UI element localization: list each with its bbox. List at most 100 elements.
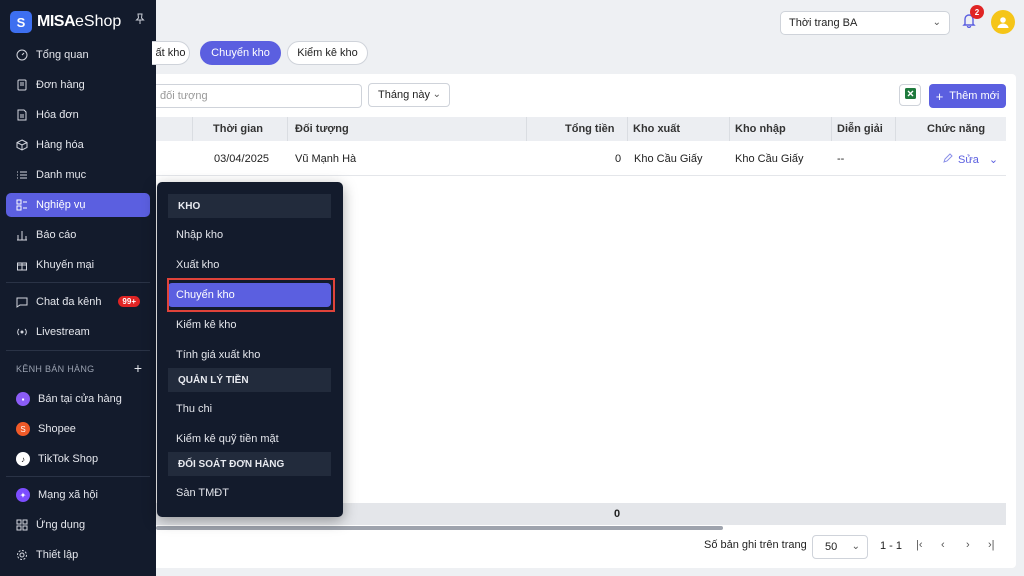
sidebar-item-bao-cao[interactable]: Báo cáo xyxy=(6,223,150,247)
store-select-value: Thời trang BA xyxy=(789,17,858,29)
tab-kiem-ke-kho[interactable]: Kiểm kê kho xyxy=(287,41,368,65)
sidebar-item-mang-xa-hoi[interactable]: ✦ Mạng xã hội xyxy=(6,483,150,507)
social-icon: ✦ xyxy=(16,488,30,502)
tab-chuyen-kho[interactable]: Chuyển kho xyxy=(200,41,281,65)
store-select[interactable]: Thời trang BA ⌄ xyxy=(780,11,950,35)
sidebar-item-danh-muc[interactable]: Danh mục xyxy=(6,163,150,187)
sidebar-item-label: Bán tại cửa hàng xyxy=(38,393,122,405)
column-separator xyxy=(627,117,628,141)
sidebar-item-label: Chat đa kênh xyxy=(36,296,102,308)
chart-icon xyxy=(16,229,28,241)
column-header-time[interactable]: Thời gian xyxy=(213,123,263,135)
topbar: Thời trang BA ⌄ 2 xyxy=(156,0,1024,44)
sidebar-item-label: Shopee xyxy=(38,423,76,435)
sidebar: S MISAeShop Tổng quan Đơn hàng Hóa đơn H… xyxy=(0,0,156,576)
sidebar-item-nghiep-vu[interactable]: Nghiệp vụ xyxy=(6,193,150,217)
channels-section-label: KÊNH BÁN HÀNG xyxy=(16,364,95,374)
chevron-down-icon[interactable]: ⌄ xyxy=(989,153,998,166)
column-header-object[interactable]: Đối tượng xyxy=(295,123,349,135)
avatar[interactable] xyxy=(991,10,1015,34)
broadcast-icon xyxy=(16,326,28,338)
menu-item-xuat-kho[interactable]: Xuất kho xyxy=(168,253,331,277)
sidebar-item-thiet-lap[interactable]: Thiết lập xyxy=(6,543,150,567)
notification-badge: 2 xyxy=(970,5,984,19)
add-channel-icon[interactable]: + xyxy=(134,360,142,376)
prev-page-icon[interactable]: ‹ xyxy=(941,539,945,551)
table-row[interactable]: 03/04/2025 Vũ Mạnh Hà 0 Kho Cầu Giấy Kho… xyxy=(156,141,1006,176)
receipt-icon xyxy=(16,79,28,91)
menu-section-kho: KHO xyxy=(168,194,331,218)
column-header-note[interactable]: Diễn giải xyxy=(837,123,883,135)
chevron-down-icon: ⌄ xyxy=(932,17,941,28)
gift-icon xyxy=(16,259,28,271)
menu-section-doi-soat-don-hang: ĐỐI SOÁT ĐƠN HÀNG xyxy=(168,452,331,476)
chat-icon xyxy=(16,296,28,308)
cell-from-warehouse: Kho Cầu Giấy xyxy=(634,153,703,165)
sidebar-item-label: Đơn hàng xyxy=(36,79,85,91)
edit-button[interactable]: Sửa ⌄ xyxy=(943,153,998,166)
search-placeholder: đối tượng xyxy=(160,90,208,102)
last-page-icon[interactable]: ›| xyxy=(988,539,995,551)
sidebar-item-label: Khuyến mại xyxy=(36,259,95,271)
period-select[interactable]: Tháng này ⌄ xyxy=(368,83,450,107)
column-header-to-warehouse[interactable]: Kho nhập xyxy=(735,123,786,135)
tiktok-icon: ♪ xyxy=(16,452,30,466)
search-input[interactable]: đối tượng xyxy=(156,84,362,108)
operations-icon xyxy=(16,199,28,211)
sidebar-item-livestream[interactable]: Livestream xyxy=(6,320,150,344)
column-header-total[interactable]: Tổng tiền xyxy=(565,123,615,135)
sidebar-item-khuyen-mai[interactable]: Khuyến mại xyxy=(6,253,150,277)
sidebar-item-ung-dung[interactable]: Ứng dụng xyxy=(6,513,150,537)
plus-icon: + xyxy=(935,88,944,104)
sidebar-item-ban-tai-cua-hang[interactable]: ▪ Bán tại cửa hàng xyxy=(6,387,150,411)
sidebar-item-tiktok-shop[interactable]: ♪ TikTok Shop xyxy=(6,447,150,471)
sidebar-item-label: Báo cáo xyxy=(36,229,77,241)
sidebar-item-chat-da-kenh[interactable]: Chat đa kênh 99+ xyxy=(6,290,150,314)
page-size-label: Số bản ghi trên trang xyxy=(704,539,807,551)
pin-icon[interactable] xyxy=(134,13,146,28)
menu-item-kiem-ke-kho[interactable]: Kiểm kê kho xyxy=(168,313,331,337)
sidebar-item-hang-hoa[interactable]: Hàng hóa xyxy=(6,133,150,157)
tab-label: Kiểm kê kho xyxy=(297,47,358,59)
menu-item-nhap-kho[interactable]: Nhập kho xyxy=(168,223,331,247)
shopee-icon: S xyxy=(16,422,30,436)
menu-item-tinh-gia-xuat-kho[interactable]: Tính giá xuất kho xyxy=(168,343,331,367)
menu-item-kiem-ke-quy-tien-mat[interactable]: Kiểm kê quỹ tiền mặt xyxy=(168,427,331,451)
logo-mark: S xyxy=(10,11,32,33)
column-separator xyxy=(526,117,527,141)
column-separator xyxy=(287,117,288,141)
page-size-value: 50 xyxy=(825,541,838,553)
menu-item-san-tmdt[interactable]: Sàn TMĐT xyxy=(168,481,331,505)
tab-xuat-kho[interactable]: ất kho xyxy=(152,41,190,65)
sidebar-item-hoa-don[interactable]: Hóa đơn xyxy=(6,103,150,127)
logo-text: MISAeShop xyxy=(37,13,122,30)
sidebar-item-label: Tổng quan xyxy=(36,49,89,61)
page-range: 1 - 1 xyxy=(880,540,903,552)
brand-logo[interactable]: S MISAeShop xyxy=(10,10,150,34)
table-header: Thời gian Đối tượng Tổng tiền Kho xuất K… xyxy=(156,117,1006,141)
tab-label: Chuyển kho xyxy=(211,47,270,59)
menu-item-thu-chi[interactable]: Thu chi xyxy=(168,397,331,421)
add-new-label: Thêm mới xyxy=(949,90,1000,102)
page-size-select[interactable]: 50 ⌄ xyxy=(812,535,868,559)
add-new-button[interactable]: + Thêm mới xyxy=(929,84,1006,108)
sidebar-item-don-hang[interactable]: Đơn hàng xyxy=(6,73,150,97)
sidebar-item-tong-quan[interactable]: Tổng quan xyxy=(6,43,150,67)
excel-export-button[interactable] xyxy=(899,84,921,106)
edit-label: Sửa xyxy=(958,153,979,166)
apps-icon xyxy=(16,519,28,531)
next-page-icon[interactable]: › xyxy=(966,539,970,551)
column-header-from-warehouse[interactable]: Kho xuất xyxy=(633,123,680,135)
sidebar-item-shopee[interactable]: S Shopee xyxy=(6,417,150,441)
horizontal-scrollbar[interactable] xyxy=(156,526,723,530)
store-icon: ▪ xyxy=(16,392,30,406)
settings-icon xyxy=(16,549,28,561)
sidebar-divider xyxy=(6,350,150,351)
cell-total: 0 xyxy=(615,153,622,165)
sidebar-divider xyxy=(6,476,150,477)
chevron-down-icon: ⌄ xyxy=(851,541,860,552)
gauge-icon xyxy=(16,49,28,61)
footer-total-value: 0 xyxy=(614,508,621,520)
first-page-icon[interactable]: |‹ xyxy=(916,539,923,551)
sidebar-item-label: TikTok Shop xyxy=(38,453,99,465)
